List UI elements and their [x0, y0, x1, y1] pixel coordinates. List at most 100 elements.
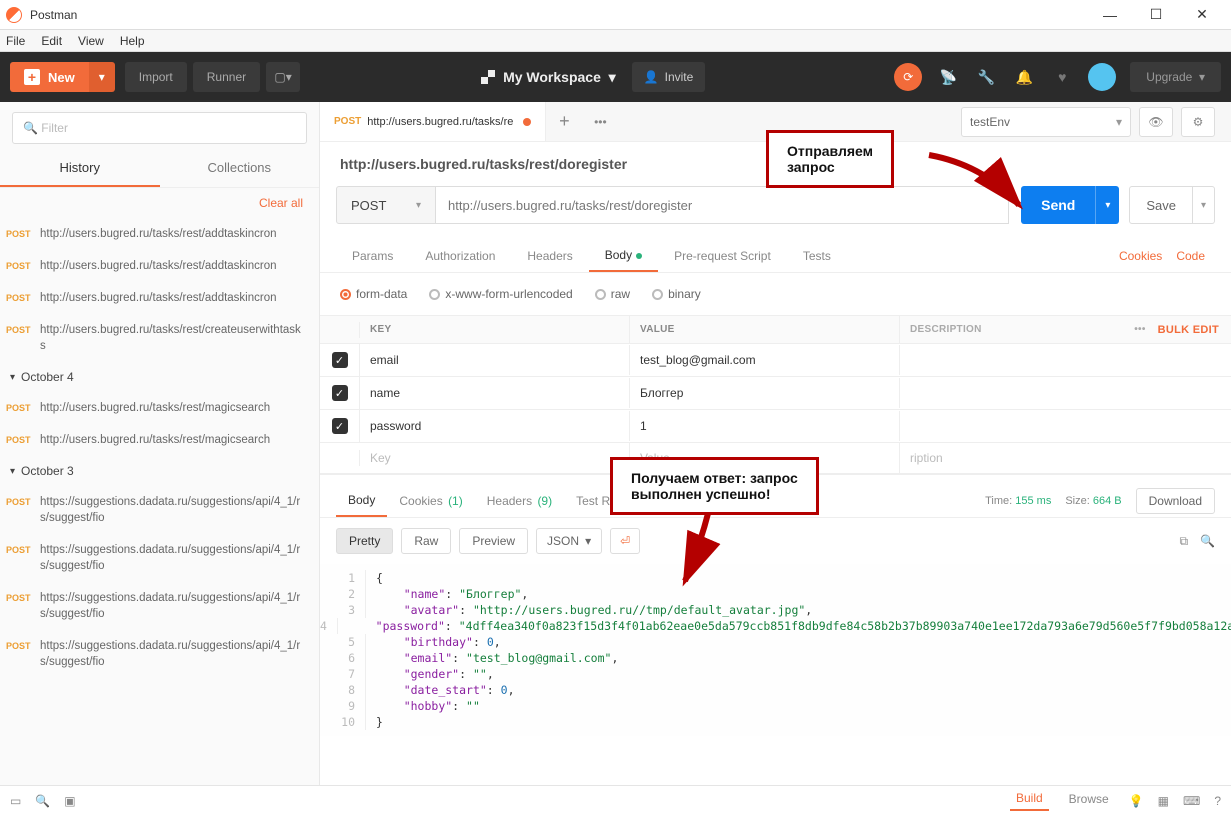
history-item[interactable]: POSThttp://users.bugred.ru/tasks/rest/ad… — [0, 282, 319, 314]
rtab-params[interactable]: Params — [336, 241, 409, 271]
wrap-toggle-button[interactable]: ⏎ — [610, 528, 640, 554]
menu-help[interactable]: Help — [120, 34, 145, 48]
env-preview-button[interactable]: 👁 — [1139, 107, 1173, 137]
find-icon[interactable]: 🔍 — [35, 794, 50, 808]
history-item[interactable]: POSThttps://suggestions.dadata.ru/sugges… — [0, 630, 319, 678]
bell-icon[interactable]: 🔔 — [1012, 65, 1036, 89]
user-plus-icon: 👤 — [644, 70, 659, 84]
checkbox[interactable]: ✓ — [332, 352, 348, 368]
sidebar-toggle-icon[interactable]: ▭ — [10, 794, 21, 808]
send-button-caret[interactable]: ▾ — [1095, 186, 1119, 224]
rtab-prerequest[interactable]: Pre-request Script — [658, 241, 787, 271]
resp-view-pretty[interactable]: Pretty — [336, 528, 393, 554]
kv-key-input[interactable]: Key — [360, 443, 630, 473]
menu-file[interactable]: File — [6, 34, 25, 48]
invite-button[interactable]: 👤Invite — [632, 62, 706, 92]
mode-browse[interactable]: Browse — [1063, 792, 1115, 810]
console-icon[interactable]: ▣ — [64, 794, 75, 808]
request-tab[interactable]: POST http://users.bugred.ru/tasks/re — [320, 102, 546, 141]
kv-row: ✓ nameБлоггер — [320, 377, 1231, 410]
code-link[interactable]: Code — [1176, 249, 1205, 263]
help-icon[interactable]: ? — [1214, 794, 1221, 808]
kv-desc[interactable] — [900, 418, 1231, 434]
new-button-caret[interactable]: ▾ — [89, 62, 115, 92]
resp-tab-headers[interactable]: Headers (9) — [475, 486, 564, 516]
response-body[interactable]: 1{2 "name": "Блоггер",3 "avatar": "http:… — [320, 564, 1231, 736]
kv-value[interactable]: test_blog@gmail.com — [630, 345, 900, 375]
resp-lang-selector[interactable]: JSON ▾ — [536, 528, 602, 554]
new-button[interactable]: +New — [10, 62, 89, 92]
clear-all-link[interactable]: Clear all — [0, 188, 319, 218]
window-toggle-button[interactable]: ▢▾ — [266, 62, 300, 92]
body-mode-binary[interactable]: binary — [652, 287, 701, 301]
import-button[interactable]: Import — [125, 62, 187, 92]
download-button[interactable]: Download — [1136, 488, 1215, 514]
kv-key[interactable]: email — [360, 345, 630, 375]
environment-selector[interactable]: testEnv▾ — [961, 107, 1131, 137]
sync-button[interactable]: ⟳ — [894, 63, 922, 91]
resp-view-raw[interactable]: Raw — [401, 528, 451, 554]
body-mode-raw[interactable]: raw — [595, 287, 630, 301]
body-mode-formdata[interactable]: form-data — [340, 287, 407, 301]
env-settings-button[interactable]: ⚙ — [1181, 107, 1215, 137]
history-item[interactable]: POSThttps://suggestions.dadata.ru/sugges… — [0, 486, 319, 534]
save-button-caret[interactable]: ▾ — [1193, 186, 1215, 224]
resp-tab-body[interactable]: Body — [336, 485, 387, 517]
tab-history[interactable]: History — [0, 150, 160, 187]
kv-more-icon[interactable]: ••• — [1134, 324, 1145, 335]
layout-icon[interactable]: ▦ — [1158, 794, 1169, 808]
minimize-button[interactable]: — — [1087, 0, 1133, 30]
menu-view[interactable]: View — [78, 34, 104, 48]
menu-edit[interactable]: Edit — [41, 34, 62, 48]
shortcuts-icon[interactable]: ⌨ — [1183, 794, 1200, 808]
cookies-link[interactable]: Cookies — [1119, 249, 1162, 263]
kv-value[interactable]: 1 — [630, 411, 900, 441]
history-item[interactable]: POSThttp://users.bugred.ru/tasks/rest/cr… — [0, 314, 319, 362]
add-tab-button[interactable]: + — [546, 102, 582, 141]
history-item[interactable]: POSThttp://users.bugred.ru/tasks/rest/ad… — [0, 218, 319, 250]
kv-desc-input[interactable]: ription — [900, 443, 1231, 473]
kv-desc[interactable] — [900, 352, 1231, 368]
avatar[interactable] — [1088, 63, 1116, 91]
satellite-icon[interactable]: 📡 — [936, 65, 960, 89]
filter-input[interactable]: 🔍 Filter — [12, 112, 307, 144]
rtab-tests[interactable]: Tests — [787, 241, 847, 271]
rtab-body[interactable]: Body — [589, 240, 658, 272]
history-item[interactable]: POSThttp://users.bugred.ru/tasks/rest/ma… — [0, 424, 319, 456]
history-item[interactable]: POSThttp://users.bugred.ru/tasks/rest/ad… — [0, 250, 319, 282]
bootcamp-icon[interactable]: 💡 — [1129, 794, 1144, 808]
kv-key[interactable]: name — [360, 378, 630, 408]
eye-icon: 👁 — [1148, 115, 1163, 129]
checkbox[interactable]: ✓ — [332, 418, 348, 434]
maximize-button[interactable]: ☐ — [1133, 0, 1179, 30]
resp-tab-cookies[interactable]: Cookies (1) — [387, 486, 474, 516]
kv-key[interactable]: password — [360, 411, 630, 441]
mode-build[interactable]: Build — [1010, 791, 1049, 811]
save-button[interactable]: Save — [1129, 186, 1193, 224]
upgrade-button[interactable]: Upgrade ▾ — [1130, 62, 1221, 92]
history-date-header[interactable]: ▾October 4 — [0, 362, 319, 392]
wrench-icon[interactable]: 🔧 — [974, 65, 998, 89]
runner-button[interactable]: Runner — [193, 62, 260, 92]
checkbox[interactable]: ✓ — [332, 385, 348, 401]
close-button[interactable]: ✕ — [1179, 0, 1225, 30]
heart-icon[interactable]: ♥ — [1050, 65, 1074, 89]
bulk-edit-link[interactable]: Bulk Edit — [1158, 324, 1219, 336]
kv-value[interactable]: Блоггер — [630, 378, 900, 408]
search-response-icon[interactable]: 🔍 — [1200, 534, 1215, 549]
tab-more-button[interactable]: ••• — [582, 102, 618, 141]
resp-view-preview[interactable]: Preview — [459, 528, 528, 554]
method-selector[interactable]: POST▾ — [336, 186, 436, 224]
history-item[interactable]: POSThttps://suggestions.dadata.ru/sugges… — [0, 582, 319, 630]
kv-desc[interactable] — [900, 385, 1231, 401]
workspace-selector[interactable]: My Workspace ▾ — [481, 69, 616, 86]
rtab-headers[interactable]: Headers — [511, 241, 588, 271]
history-item[interactable]: POSThttps://suggestions.dadata.ru/sugges… — [0, 534, 319, 582]
copy-icon[interactable]: ⧉ — [1179, 534, 1188, 549]
history-date-header[interactable]: ▾October 3 — [0, 456, 319, 486]
plus-icon: + — [24, 69, 40, 85]
body-mode-urlencoded[interactable]: x-www-form-urlencoded — [429, 287, 572, 301]
history-item[interactable]: POSThttp://users.bugred.ru/tasks/rest/ma… — [0, 392, 319, 424]
rtab-authorization[interactable]: Authorization — [409, 241, 511, 271]
tab-collections[interactable]: Collections — [160, 150, 320, 187]
